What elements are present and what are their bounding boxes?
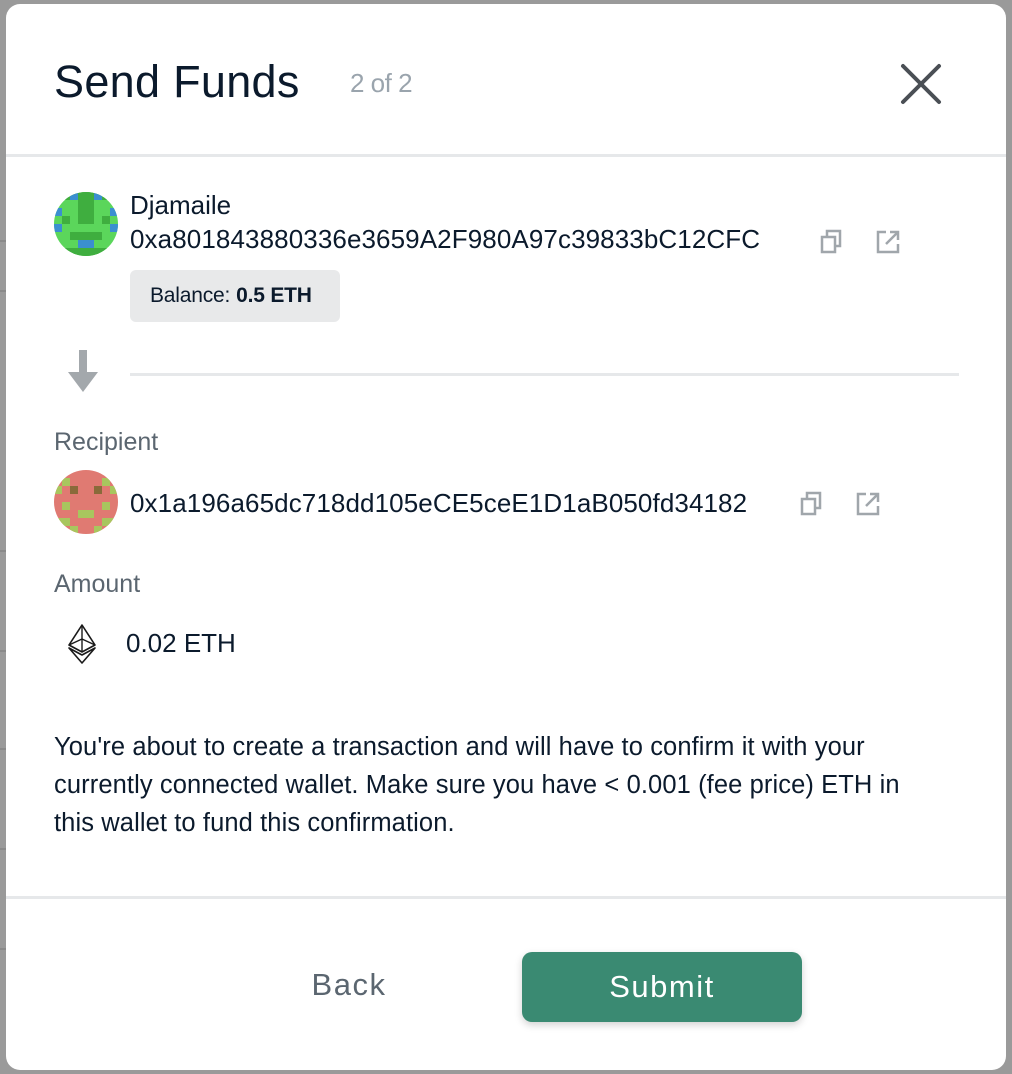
recipient-row: 0x1a196a65dc718dd105eCE5ceE1D1aB050fd341… — [54, 470, 954, 536]
recipient-avatar — [54, 470, 118, 534]
send-funds-modal: Send Funds 2 of 2 Djamaile 0xa8018438803… — [6, 4, 1006, 1070]
amount-label: Amount — [54, 570, 141, 598]
balance-badge: Balance: 0.5 ETH — [130, 270, 340, 322]
ethereum-icon — [68, 624, 96, 664]
copy-recipient-address-button[interactable] — [798, 490, 826, 518]
open-recipient-explorer-button[interactable] — [854, 490, 882, 518]
step-indicator: 2 of 2 — [350, 68, 413, 98]
copy-icon — [800, 491, 822, 516]
external-link-icon — [856, 492, 880, 516]
open-sender-explorer-button[interactable] — [874, 228, 902, 256]
sender-address: 0xa801843880336e3659A2F980A97c39833bC12C… — [130, 224, 761, 254]
footer-divider — [6, 896, 1006, 899]
amount-row: 0.02 ETH — [54, 618, 454, 668]
back-button[interactable]: Back — [274, 952, 424, 1018]
close-icon — [901, 64, 941, 104]
sender-block: Djamaile 0xa801843880336e3659A2F980A97c3… — [54, 188, 954, 328]
modal-title: Send Funds — [54, 56, 300, 107]
close-button[interactable] — [897, 60, 947, 110]
amount-value: 0.02 ETH — [126, 628, 236, 658]
sender-avatar — [54, 192, 118, 256]
fee-notice: You're about to create a transaction and… — [54, 733, 900, 837]
external-link-icon — [876, 230, 900, 254]
copy-sender-address-button[interactable] — [818, 228, 846, 256]
submit-button[interactable]: Submit — [522, 952, 802, 1022]
header-divider — [6, 154, 1006, 157]
sender-name: Djamaile — [130, 190, 232, 220]
modal-footer: Back Submit — [6, 900, 1006, 1070]
arrow-down-icon — [68, 350, 98, 392]
recipient-address: 0x1a196a65dc718dd105eCE5ceE1D1aB050fd341… — [130, 488, 748, 518]
modal-header: Send Funds 2 of 2 — [6, 4, 1006, 156]
transfer-divider — [130, 373, 959, 376]
balance-value: 0.5 ETH — [236, 284, 312, 307]
balance-label: Balance: — [150, 284, 231, 307]
recipient-label: Recipient — [54, 428, 159, 456]
copy-icon — [820, 229, 842, 254]
